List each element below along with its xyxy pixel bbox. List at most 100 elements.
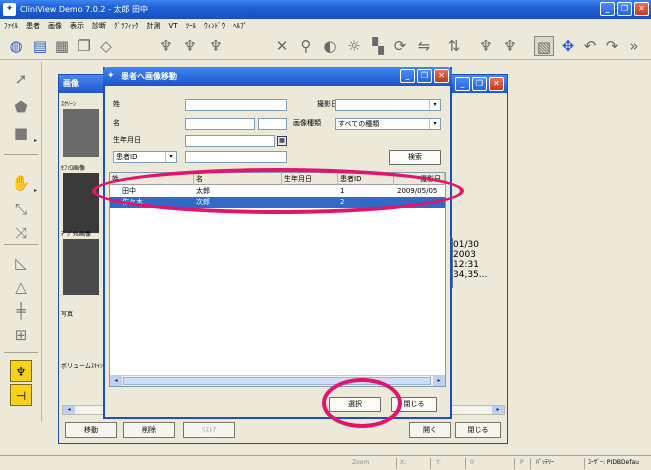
undo-icon[interactable]: ↶ <box>580 36 600 56</box>
last-name-input[interactable] <box>185 99 287 111</box>
window-controls: _ ❐ ✕ <box>600 2 649 16</box>
layout-icon[interactable]: ▧ <box>534 36 554 56</box>
main-toolbar: ◍ ▤ ▦ ❐ ◇ ♆ ♆ ♆ ✕ ⚲ ◐ ☼ ▚ ⟳ ⇋ ⇅ ♆ ♆ ▧ ✥ … <box>0 33 651 60</box>
list-horizontal-scrollbar[interactable]: ◂ ▸ <box>110 375 445 386</box>
implant-icon[interactable]: ♆ <box>10 360 32 382</box>
shape-icon[interactable]: ⬟ <box>10 96 32 118</box>
tooth-icon-3[interactable]: ♆ <box>206 36 226 56</box>
thumb-label: 写真 <box>61 311 74 318</box>
id-type-value: 患者ID <box>116 153 138 161</box>
divider <box>514 458 515 469</box>
minimize-button[interactable]: _ <box>600 2 615 16</box>
divider <box>465 458 466 469</box>
tilt-icon[interactable]: ⤨ <box>10 222 32 244</box>
copy-icon[interactable]: ❐ <box>74 36 94 56</box>
scroll-left-icon[interactable]: ◂ <box>110 376 122 386</box>
more-icon[interactable]: » <box>624 36 644 56</box>
patient-icon[interactable]: ◍ <box>6 36 26 56</box>
rect-icon[interactable]: ■ ▸ <box>10 122 37 144</box>
delete-button[interactable]: 削除 <box>123 422 175 438</box>
move-button[interactable]: 移動 <box>65 422 117 438</box>
status-y: Y: <box>436 459 441 466</box>
open-folder-icon[interactable]: ▤ <box>30 36 50 56</box>
menu-graphics[interactable]: ｸﾞﾗﾌｨｯｸ <box>114 19 139 33</box>
divider <box>396 458 397 469</box>
rotate-icon[interactable]: ⟳ <box>390 36 410 56</box>
contrast-icon[interactable]: ◐ <box>320 36 340 56</box>
stretch-icon[interactable]: ⤡ <box>10 198 32 220</box>
menu-file[interactable]: ﾌｧｲﾙ <box>4 19 18 33</box>
chevron-down-icon: ▾ <box>165 152 176 162</box>
search-button[interactable]: 検索 <box>389 150 441 165</box>
menu-view[interactable]: 表示 <box>70 19 84 33</box>
patient-close-button[interactable]: ✕ <box>489 77 504 91</box>
restore-button[interactable]: ❐ <box>617 2 632 16</box>
status-zoom: Zoom <box>352 459 370 466</box>
first-name-input[interactable] <box>185 118 255 130</box>
triangle-icon[interactable]: △ <box>10 276 32 298</box>
scroll-left-icon[interactable]: ◂ <box>63 406 75 414</box>
scroll-right-icon[interactable]: ▸ <box>433 376 445 386</box>
split-icon[interactable]: ⊞ <box>10 324 32 346</box>
left-toolbar: ➚ ⬟ ■ ▸ ✋ ▸ ⤡ ⤨ ◺ △ ╪ ⊞ ♆ ⊣ <box>0 62 42 422</box>
menu-image[interactable]: 画像 <box>48 19 62 33</box>
patient-close-text-button[interactable]: 閉じる <box>455 422 501 438</box>
menu-help[interactable]: ﾍﾙﾌﾟ <box>233 19 247 33</box>
save-icon[interactable]: ▦ <box>52 36 72 56</box>
title-bar: ✦ CliniView Demo 7.0.2 - 太郎 田中 _ ❐ ✕ <box>0 0 651 19</box>
tooth-icon-2[interactable]: ♆ <box>180 36 200 56</box>
cancel-icon[interactable]: ✕ <box>272 36 292 56</box>
redo-icon[interactable]: ↷ <box>602 36 622 56</box>
thumb-label: ボリュームｽｷｬﾝ <box>61 363 103 370</box>
image-type-label: 画像種類 <box>293 119 321 127</box>
tooth-icon-1[interactable]: ♆ <box>156 36 176 56</box>
calendar-icon[interactable]: ▦ <box>277 136 287 146</box>
tooth-icon-4[interactable]: ♆ <box>476 36 496 56</box>
capture-date-select[interactable]: ▾ <box>335 99 441 111</box>
chevron-down-icon: ▾ <box>429 119 440 129</box>
dialog-restore-button[interactable]: ❐ <box>417 69 432 83</box>
id-type-select[interactable]: 患者ID ▾ <box>113 151 177 163</box>
id-input[interactable] <box>185 151 287 163</box>
pan-icon[interactable]: ✋ ▸ <box>10 172 37 194</box>
dropdown-arrow-icon: ▸ <box>33 187 37 194</box>
menu-window[interactable]: ｳｨﾝﾄﾞｳ <box>204 19 225 33</box>
close-button[interactable]: ✕ <box>634 2 649 16</box>
menu-patient[interactable]: 患者 <box>26 19 40 33</box>
mirror-icon[interactable]: ⇅ <box>444 36 464 56</box>
menu-diagnosis[interactable]: 診断 <box>92 19 106 33</box>
brightness-icon[interactable]: ☼ <box>344 36 364 56</box>
thumb-label: ｽｸﾘｰﾝ <box>61 101 77 108</box>
divider <box>584 458 585 469</box>
implant-tool-icon[interactable]: ⊣ <box>10 384 32 406</box>
ruler-icon[interactable]: ╪ <box>10 300 32 322</box>
patient-minimize-button[interactable]: _ <box>455 77 470 91</box>
xray-thumbnail[interactable] <box>63 173 99 233</box>
xray-thumbnail[interactable] <box>63 109 99 157</box>
status-o: 0 <box>470 459 474 466</box>
dialog-minimize-button[interactable]: _ <box>400 69 415 83</box>
zoom-icon[interactable]: ⚲ <box>296 36 316 56</box>
listing-button[interactable]: ﾘｽﾄｱ <box>183 422 235 438</box>
measure-icon[interactable]: ✥ <box>558 36 578 56</box>
flip-icon[interactable]: ⇋ <box>414 36 434 56</box>
menu-tools[interactable]: ﾂｰﾙ <box>186 19 197 33</box>
tooth-icon-5[interactable]: ♆ <box>500 36 520 56</box>
pointer-icon[interactable]: ➚ <box>10 68 32 90</box>
menu-vt[interactable]: VT <box>169 19 178 33</box>
eraser-icon[interactable]: ◇ <box>96 36 116 56</box>
birthdate-input[interactable] <box>185 135 275 147</box>
filter-icon[interactable]: ▚ <box>368 36 388 56</box>
scroll-right-icon[interactable]: ▸ <box>492 406 504 414</box>
image-type-select[interactable]: すべての種類 ▾ <box>335 118 441 130</box>
status-p: P <box>520 459 524 466</box>
last-name-label: 姓 <box>113 100 120 108</box>
angle-icon[interactable]: ◺ <box>10 252 32 274</box>
first-name-extra-input[interactable] <box>258 118 287 130</box>
open-button[interactable]: 開く <box>409 422 451 438</box>
menu-measure[interactable]: 計測 <box>147 19 161 33</box>
dialog-close-button[interactable]: ✕ <box>434 69 449 83</box>
xray-thumbnail[interactable] <box>63 239 99 295</box>
divider <box>4 154 38 155</box>
patient-restore-button[interactable]: ❐ <box>472 77 487 91</box>
